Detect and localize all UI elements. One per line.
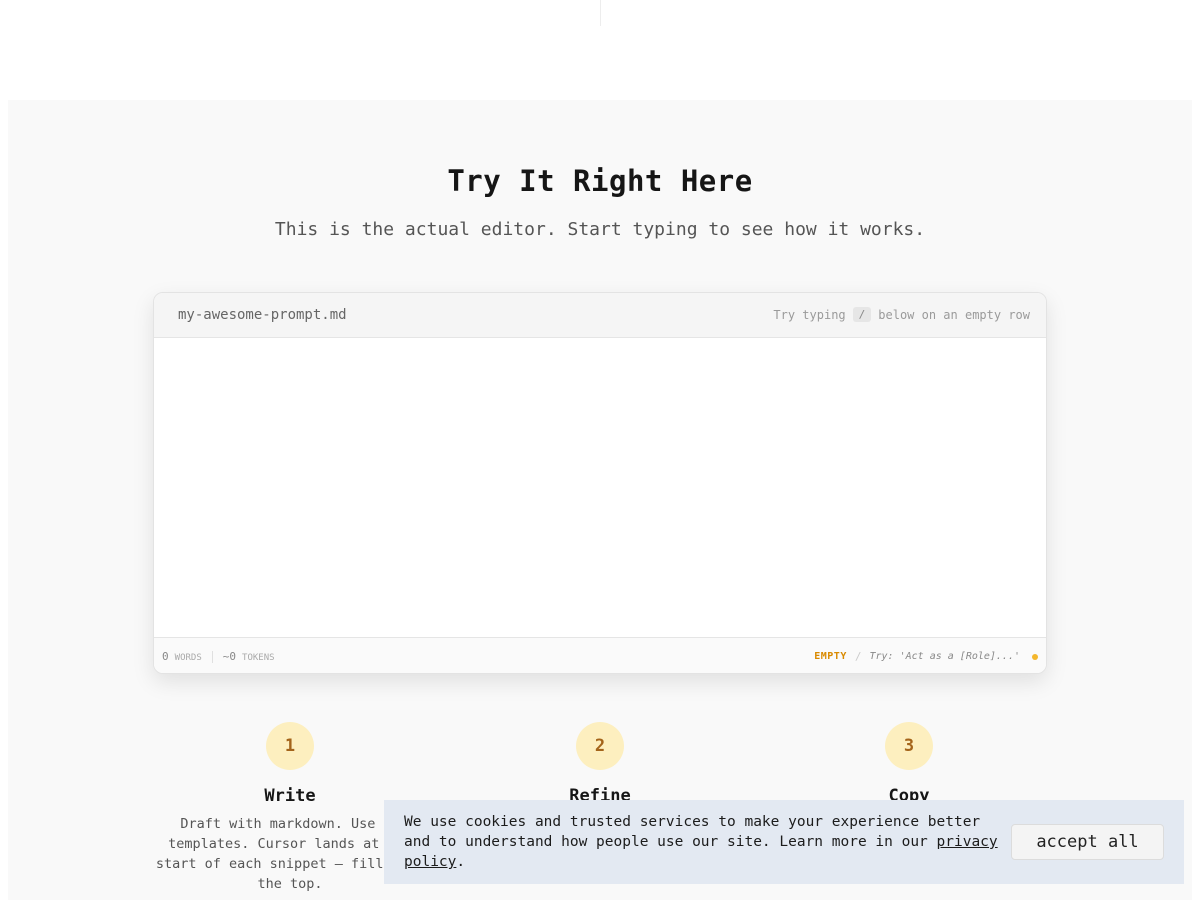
step-copy: 3 Copy [769,722,1049,806]
editor-card: my-awesome-prompt.md Try typing / below … [153,292,1047,674]
step-number-2: 2 [576,722,624,770]
status-separator: / [854,650,862,663]
slash-key-badge: / [852,307,872,322]
try-hint: Try: 'Act as a [Role]...' [869,651,1020,662]
editor-hint: Try typing / below on an empty row [773,307,1030,322]
status-dot-icon [1032,653,1038,660]
hint-text-after: below on an empty row [878,307,1030,322]
try-it-section: Try It Right Here This is the actual edi… [8,100,1192,900]
step-number-3: 3 [885,722,933,770]
editor-stats: 0 WORDS ~0 TOKENS [162,650,275,663]
hint-text-before: Try typing [773,307,846,322]
stats-divider [211,650,213,663]
editor-filename: my-awesome-prompt.md [178,307,347,323]
editor-status: EMPTY / Try: 'Act as a [Role]...' [814,650,1038,663]
accept-all-button[interactable]: accept all [1011,824,1164,860]
step-refine: 2 Refine [460,722,740,806]
editor-header: my-awesome-prompt.md Try typing / below … [154,293,1046,338]
cookie-text: We use cookies and trusted services to m… [404,814,998,870]
editor-textarea[interactable] [154,338,1046,639]
top-divider [600,0,601,26]
step-number-1: 1 [266,722,314,770]
section-subtitle: This is the actual editor. Start typing … [274,219,926,240]
editor-footer: 0 WORDS ~0 TOKENS EMPTY / Try: 'Act as a… [154,637,1046,673]
cookie-banner: We use cookies and trusted services to m… [384,800,1184,884]
status-badge: EMPTY [814,651,847,662]
top-band [0,0,1200,100]
token-count: ~0 TOKENS [222,650,275,663]
word-count: 0 WORDS [162,650,202,663]
section-title: Try It Right Here [447,164,753,198]
